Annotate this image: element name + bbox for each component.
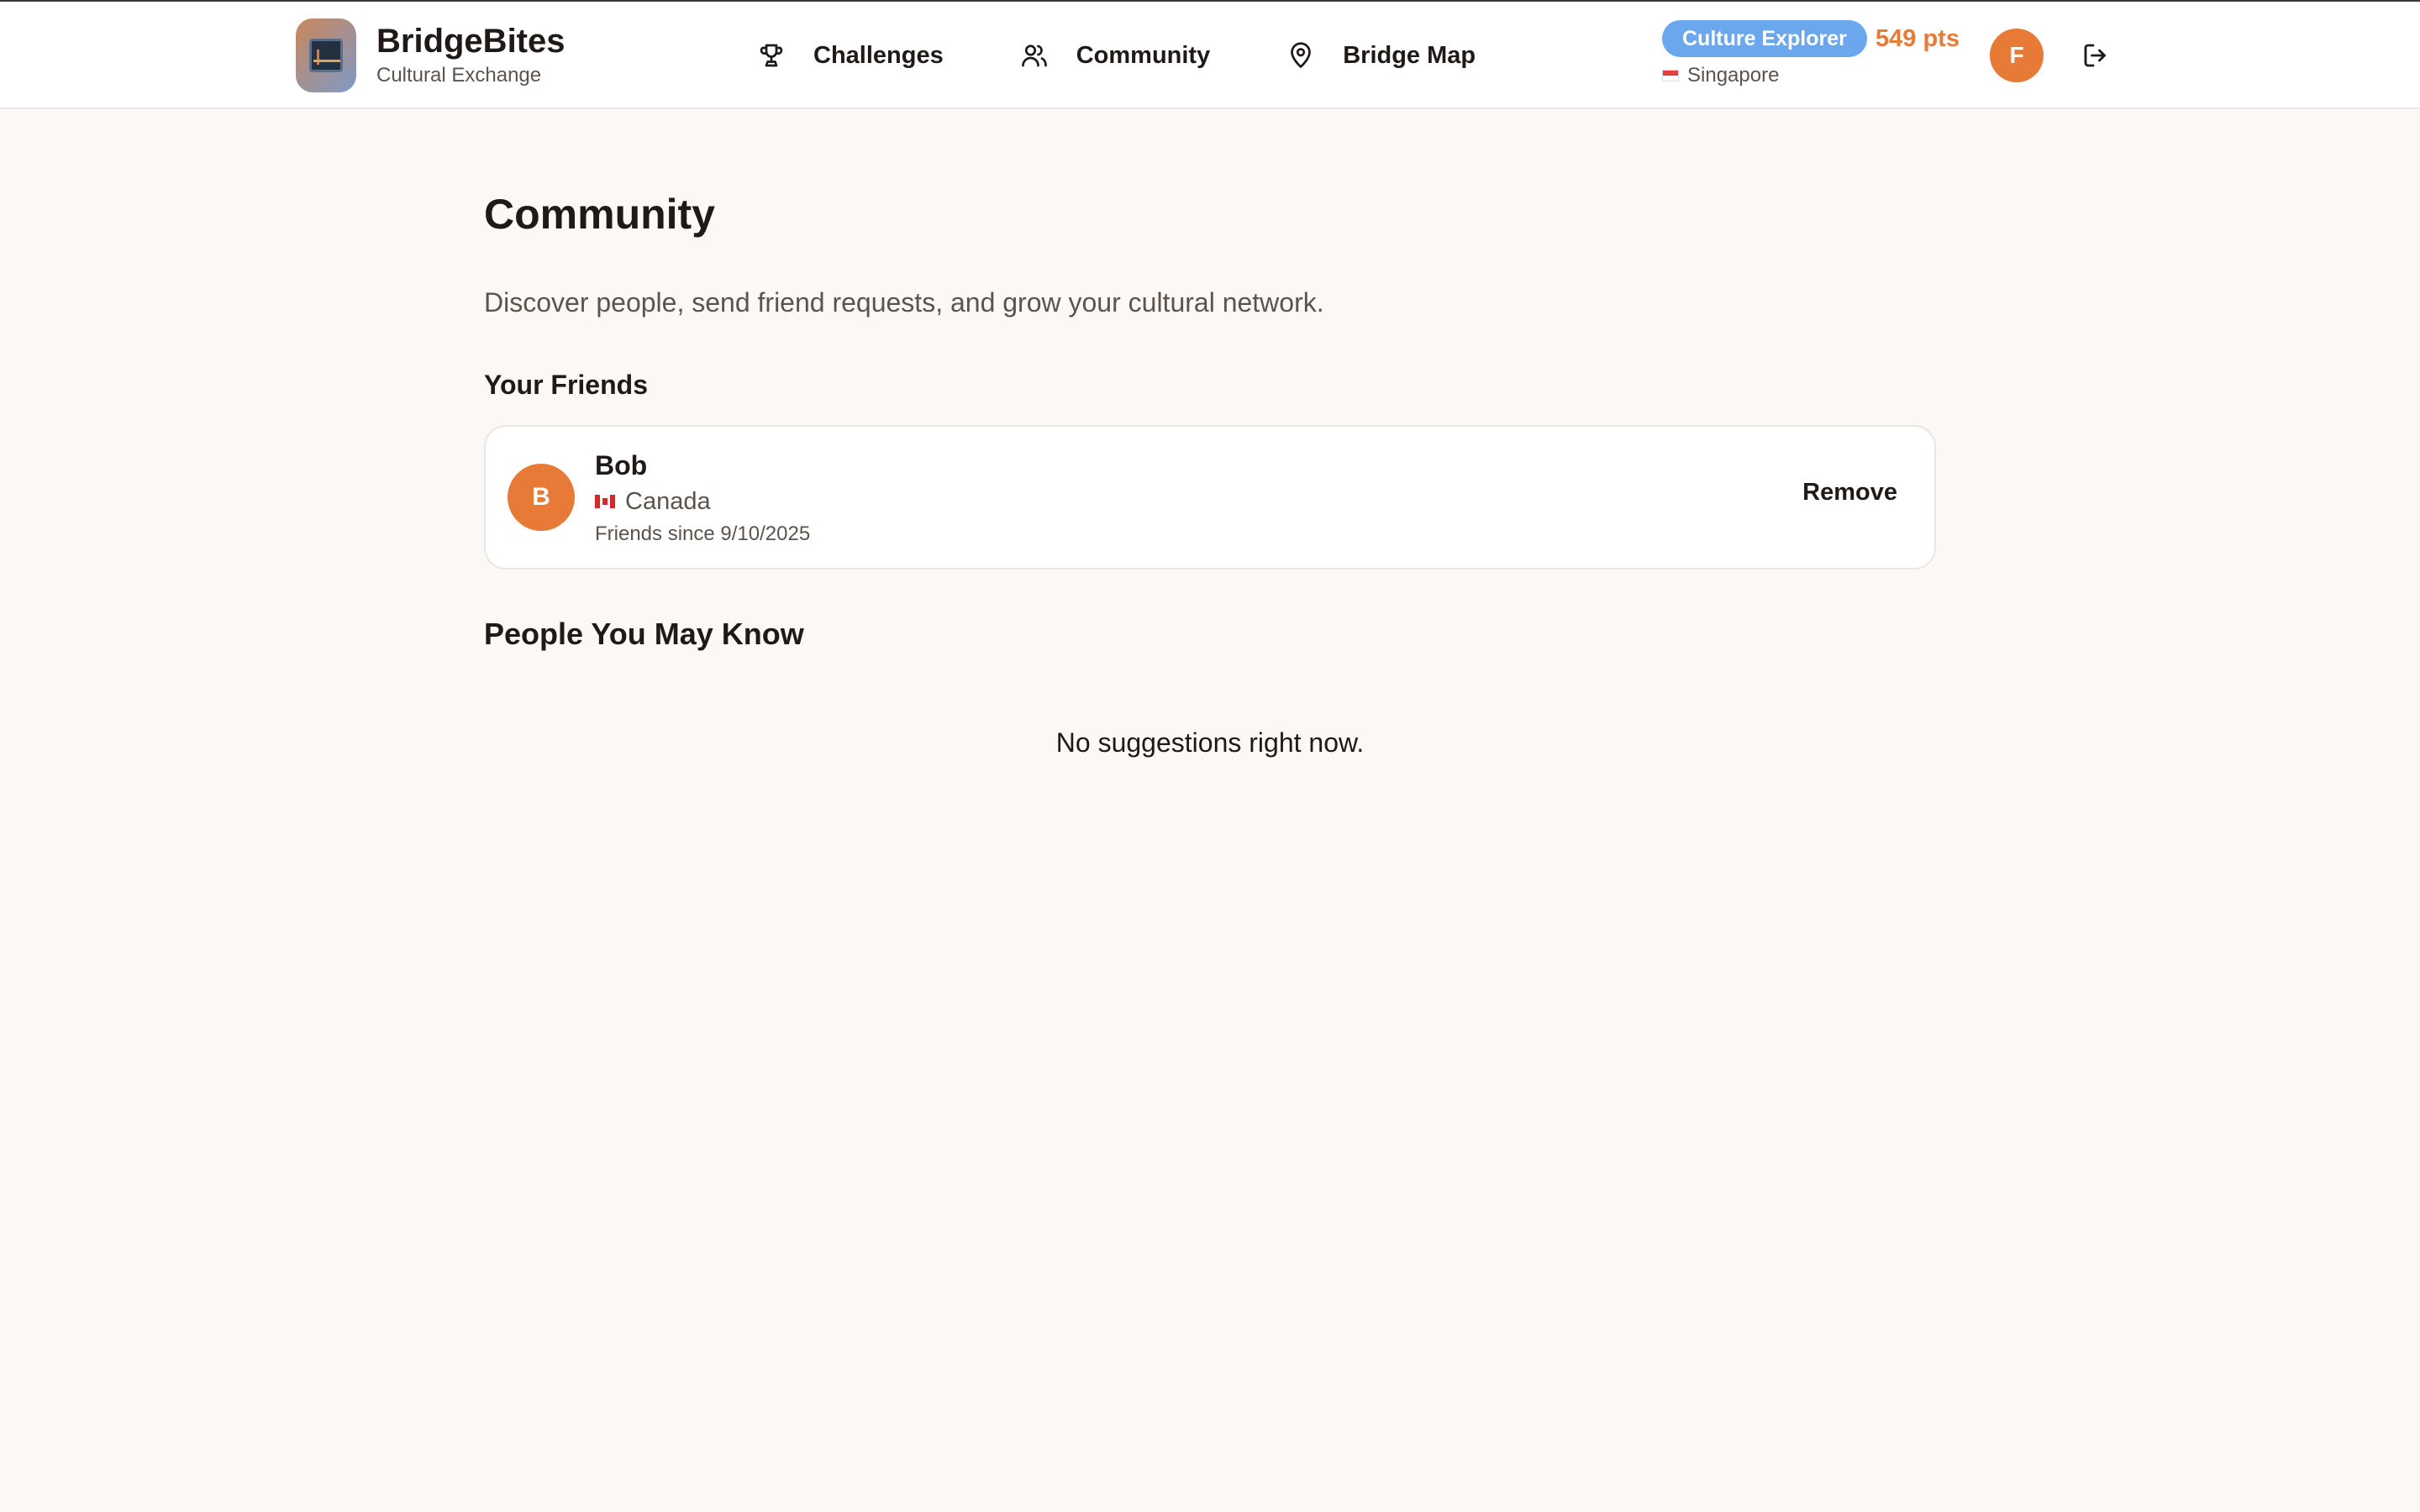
canada-flag-icon [595,495,615,508]
level-badge: Culture Explorer [1662,20,1867,57]
logout-icon[interactable] [2081,40,2111,71]
friend-since: Friends since 9/10/2025 [595,522,811,545]
friend-country: Canada [595,487,810,516]
friend-avatar: B [508,464,575,531]
bridge-logo-icon [296,18,356,92]
user-status: Culture Explorer 549 pts Singapore [1662,20,1960,87]
friend-name: Bob [595,450,648,480]
nav-label-challenges: Challenges [813,41,944,69]
page-description: Discover people, send friend requests, a… [484,287,1324,318]
suggestions-section-title: People You May Know [484,617,804,651]
top-navigation-bar: BridgeBites Cultural Exchange Challenges… [0,0,2420,109]
user-avatar[interactable]: F [1990,29,2044,82]
no-suggestions-message: No suggestions right now. [1055,727,1365,758]
user-country-label: Singapore [1687,64,1780,87]
nav-label-bridge-map: Bridge Map [1343,41,1476,69]
nav-item-challenges[interactable]: Challenges [756,32,944,79]
friend-info: Bob Canada Friends since 9/10/2025 [595,450,810,546]
main-nav: Challenges Community Bridge Map [756,32,1551,79]
brand[interactable]: BridgeBites Cultural Exchange [296,18,566,92]
app-name: BridgeBites [376,23,566,60]
remove-friend-button[interactable]: Remove [1802,479,1897,507]
nav-item-community[interactable]: Community [1019,32,1211,79]
trophy-icon [760,44,783,67]
friends-section-title: Your Friends [484,370,648,400]
points-display: 549 pts [1876,25,1960,52]
nav-label-community: Community [1076,41,1211,69]
nav-item-bridge-map[interactable]: Bridge Map [1286,32,1476,79]
map-pin-icon [1291,42,1312,68]
friend-card: B Bob Canada Friends since 9/10/2025 Rem… [484,425,1936,570]
app-subtitle: Cultural Exchange [376,64,542,87]
page-title: Community [484,191,715,238]
singapore-flag-icon [1662,70,1679,81]
friend-country-label: Canada [625,488,711,515]
user-country: Singapore [1662,64,1867,87]
users-icon [1021,45,1047,67]
